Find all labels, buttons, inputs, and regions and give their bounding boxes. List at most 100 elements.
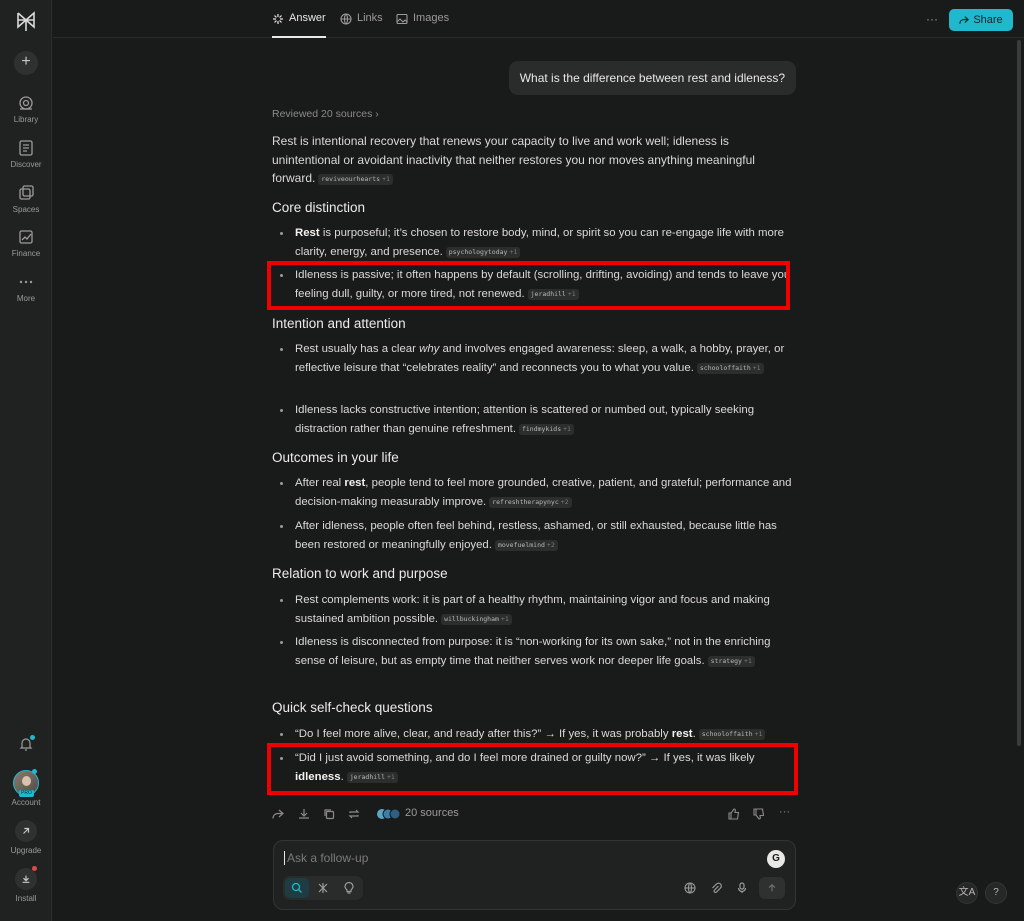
lightbulb-icon (344, 882, 354, 894)
user-question: What is the difference between rest and … (508, 61, 796, 95)
thumbs-up-icon[interactable] (728, 808, 740, 820)
thumbs-down-icon[interactable] (753, 808, 765, 820)
sidebar-item-finance[interactable]: Finance (0, 228, 52, 258)
install-label-wrap[interactable]: Install (0, 894, 52, 903)
more-options-button[interactable]: ··· (926, 12, 938, 26)
section-heading: Relation to work and purpose (272, 566, 448, 581)
citation-count: +1 (509, 247, 518, 256)
reviewed-sources-link[interactable]: Reviewed 20 sources › (272, 108, 379, 120)
mode-search[interactable] (285, 878, 309, 898)
follow-up-input[interactable] (284, 851, 744, 865)
tab-answer[interactable]: Answer (272, 12, 326, 38)
upgrade-label-wrap[interactable]: Upgrade (0, 846, 52, 855)
citation-badge[interactable]: strategy +1 (707, 655, 755, 667)
highlight-box (267, 261, 790, 310)
citation-source: strategy (710, 656, 742, 665)
citation-badge[interactable]: psychologytoday +1 (445, 246, 521, 258)
citation-badge[interactable]: reviveourhearts +1 (318, 174, 393, 186)
sidebar-item-label: Spaces (12, 205, 40, 214)
item-text-pre: After real (295, 477, 345, 489)
citation-count: +2 (546, 540, 555, 549)
citation-count: +1 (754, 730, 763, 738)
citation-source: findmykids (521, 424, 562, 433)
citation-source: reviveourhearts (321, 175, 381, 184)
pro-badge: PRO (19, 790, 34, 797)
highlight-box (267, 743, 798, 795)
citation-count: +1 (752, 363, 761, 372)
citation-badge[interactable]: findmykids +1 (518, 423, 574, 435)
top-bar: Answer Links Images ··· Share (53, 0, 1024, 38)
citation-count: +1 (743, 656, 752, 665)
source-favicons-icon[interactable] (376, 808, 402, 820)
finance-icon (19, 230, 33, 244)
list-item: Rest complements work: it is part of a h… (280, 591, 797, 628)
section-heading: Quick self-check questions (272, 700, 433, 715)
sidebar-item-discover[interactable]: Discover (0, 139, 52, 169)
answer-icon (273, 14, 283, 24)
citation-source: schooloffaith (701, 730, 753, 738)
mode-research[interactable] (311, 878, 335, 898)
account-label-wrap[interactable]: Account (0, 798, 52, 807)
citation-source: psychologytoday (448, 247, 508, 256)
new-thread-button[interactable]: + (14, 51, 38, 75)
more-icon (19, 280, 33, 284)
discover-icon (19, 140, 33, 156)
arrow-up-icon (768, 883, 776, 892)
globe-icon (340, 13, 352, 25)
tab-links[interactable]: Links (340, 12, 383, 38)
account-label: Account (11, 798, 41, 807)
citation-badge[interactable]: willbuckingham +1 (441, 613, 512, 625)
download-icon[interactable] (298, 808, 310, 820)
globe-icon[interactable] (684, 882, 696, 894)
upgrade-label: Upgrade (10, 846, 42, 855)
more-actions-button[interactable]: ··· (779, 806, 790, 818)
library-icon (19, 96, 33, 110)
rewrite-icon[interactable] (348, 808, 360, 820)
mode-labs[interactable] (337, 878, 361, 898)
scrollbar[interactable] (1017, 40, 1021, 746)
item-text-pre: Rest usually has a clear (295, 343, 420, 355)
install-button[interactable] (15, 868, 37, 890)
perplexity-logo-icon[interactable] (14, 10, 38, 34)
tab-label: Links (357, 12, 383, 24)
sidebar-item-more[interactable]: More (0, 273, 52, 303)
paperclip-icon[interactable] (710, 882, 722, 894)
citation-badge[interactable]: schooloffaith +1 (698, 729, 766, 740)
sources-count-label[interactable]: 20 sources (405, 807, 459, 819)
translate-button[interactable]: 文A (956, 882, 978, 904)
sidebar-item-spaces[interactable]: Spaces (0, 184, 52, 214)
copy-icon[interactable] (323, 808, 335, 820)
avatar-face (22, 776, 31, 786)
section-heading: Intention and attention (272, 316, 406, 331)
tab-images[interactable]: Images (396, 12, 449, 38)
tab-label: Images (413, 12, 450, 24)
list-item: After idleness, people often feel behind… (280, 517, 797, 554)
list-item: After real rest, people tend to feel mor… (280, 474, 797, 511)
grammarly-icon[interactable]: G (767, 850, 785, 868)
italic-term: why (419, 343, 440, 355)
citation-count: +1 (563, 424, 571, 433)
bold-term: rest (344, 477, 366, 489)
citation-badge[interactable]: schooloffaith +1 (696, 362, 764, 374)
sidebar-item-library[interactable]: Library (0, 94, 52, 124)
help-button[interactable]: ? (985, 882, 1007, 904)
search-icon (291, 882, 302, 893)
share-button[interactable]: Share (949, 9, 1013, 31)
list-item: “Do I feel more alive, clear, and ready … (280, 725, 797, 744)
notification-dot (30, 735, 35, 740)
citation-badge[interactable]: refreshtherapynyc +2 (489, 496, 572, 508)
share-icon (959, 16, 970, 24)
citation-badge[interactable]: movefuelmind +2 (494, 539, 558, 551)
spaces-icon (19, 185, 34, 200)
share-icon[interactable] (272, 808, 284, 820)
research-icon (318, 883, 328, 893)
send-button[interactable] (759, 877, 785, 899)
citation-count: +1 (500, 614, 509, 623)
citation-source: refreshtherapynyc (492, 497, 559, 506)
upgrade-button[interactable] (15, 820, 37, 842)
microphone-icon[interactable] (736, 882, 748, 894)
item-text: Idleness is disconnected from purpose: i… (295, 636, 771, 667)
account-status-dot (32, 769, 37, 774)
tab-label: Answer (289, 12, 326, 24)
item-text-post: . (692, 728, 696, 740)
